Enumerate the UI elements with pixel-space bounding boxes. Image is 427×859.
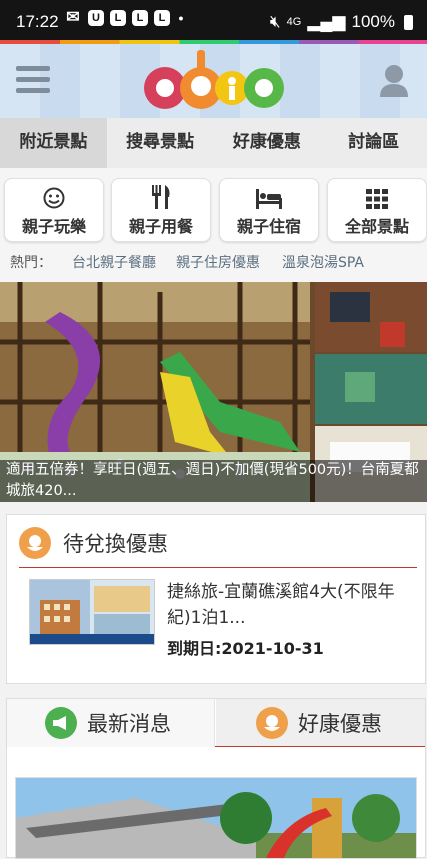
u-app-icon: U <box>88 10 104 26</box>
status-time: 17:22 <box>16 12 59 31</box>
battery-icon <box>404 14 413 30</box>
line-icon: L <box>132 10 148 26</box>
more-dot-icon: • <box>178 10 184 26</box>
tab-label: 最新消息 <box>87 712 171 736</box>
divider <box>19 567 417 568</box>
news-image[interactable] <box>15 777 417 859</box>
hot-link[interactable]: 親子住房優惠 <box>176 252 260 272</box>
hot-searches: 熱門： 台北親子餐廳 親子住房優惠 溫泉泡湯SPA <box>0 248 427 282</box>
category-play-button[interactable]: 親子玩樂 <box>4 178 104 242</box>
line-icon: L <box>154 10 170 26</box>
mail-icon: ✉ <box>66 9 80 26</box>
grid-icon <box>328 179 426 209</box>
tab-latest-news[interactable]: 最新消息 <box>7 699 215 747</box>
tab-nearby[interactable]: 附近景點 <box>0 118 107 168</box>
promo-banner[interactable]: 適用五倍券！享旺日(週五、週日)不加價(現省500元)！台南夏都城旅420... <box>0 282 427 502</box>
coupon-thumbnail[interactable] <box>29 579 155 645</box>
tab-label: 好康優惠 <box>298 712 382 736</box>
hot-link[interactable]: 台北親子餐廳 <box>72 252 156 272</box>
pending-coupons-card: 待兌換優惠 捷絲旅-宜蘭礁溪館4大(不限年紀)1泊1... 到期日:2021-1… <box>6 514 426 684</box>
tab-search[interactable]: 搜尋景點 <box>107 118 214 168</box>
category-label: 親子用餐 <box>128 217 193 236</box>
coupon-expiry: 到期日:2021-10-31 <box>167 639 324 658</box>
card-title: 待兌換優惠 <box>63 532 168 556</box>
main-nav: 附近景點 搜尋景點 好康優惠 討論區 <box>0 118 427 168</box>
tab-deals[interactable]: 好康優惠 <box>214 118 321 168</box>
category-label: 全部景點 <box>344 217 409 236</box>
category-label: 親子住宿 <box>236 217 301 236</box>
category-all-button[interactable]: 全部景點 <box>327 178 427 242</box>
coupon-badge-icon <box>256 707 288 739</box>
cutlery-icon <box>112 179 210 209</box>
tab-forum[interactable]: 討論區 <box>320 118 427 168</box>
abic-logo[interactable] <box>143 48 285 114</box>
category-lodging-button[interactable]: 親子住宿 <box>219 178 319 242</box>
divider <box>215 746 425 747</box>
hot-link[interactable]: 溫泉泡湯SPA <box>282 252 364 272</box>
tab-deals-news[interactable]: 好康優惠 <box>216 699 425 747</box>
user-icon[interactable] <box>379 64 409 98</box>
battery-percent: 100% <box>351 12 395 31</box>
banner-caption: 適用五倍券！享旺日(週五、週日)不加價(現省500元)！台南夏都城旅420... <box>0 460 427 502</box>
coupon-title[interactable]: 捷絲旅-宜蘭礁溪館4大(不限年紀)1泊1... <box>167 579 407 631</box>
coupon-badge-icon <box>19 527 51 559</box>
status-bar: 17:22 ✉ U L L L • 🔇︎ 4G ▂▄▆ 100% <box>0 0 427 44</box>
mute-icon: 🔇︎ <box>269 12 281 31</box>
bed-icon <box>220 179 318 209</box>
hamburger-menu-icon[interactable] <box>16 66 50 96</box>
signal-icon: ▂▄▆ <box>307 12 346 31</box>
category-label: 親子玩樂 <box>21 217 86 236</box>
smile-icon <box>5 179 103 209</box>
network-type: 4G <box>286 16 302 28</box>
hot-label: 熱門： <box>10 255 52 271</box>
category-dining-button[interactable]: 親子用餐 <box>111 178 211 242</box>
megaphone-icon <box>45 707 77 739</box>
notification-icons: ✉ U L L L • <box>64 10 186 26</box>
news-deals-panel: 最新消息 好康優惠 <box>6 698 426 859</box>
app-header <box>0 44 427 118</box>
line-icon: L <box>110 10 126 26</box>
category-bar: 親子玩樂 親子用餐 親子住宿 全部景點 <box>0 168 427 248</box>
